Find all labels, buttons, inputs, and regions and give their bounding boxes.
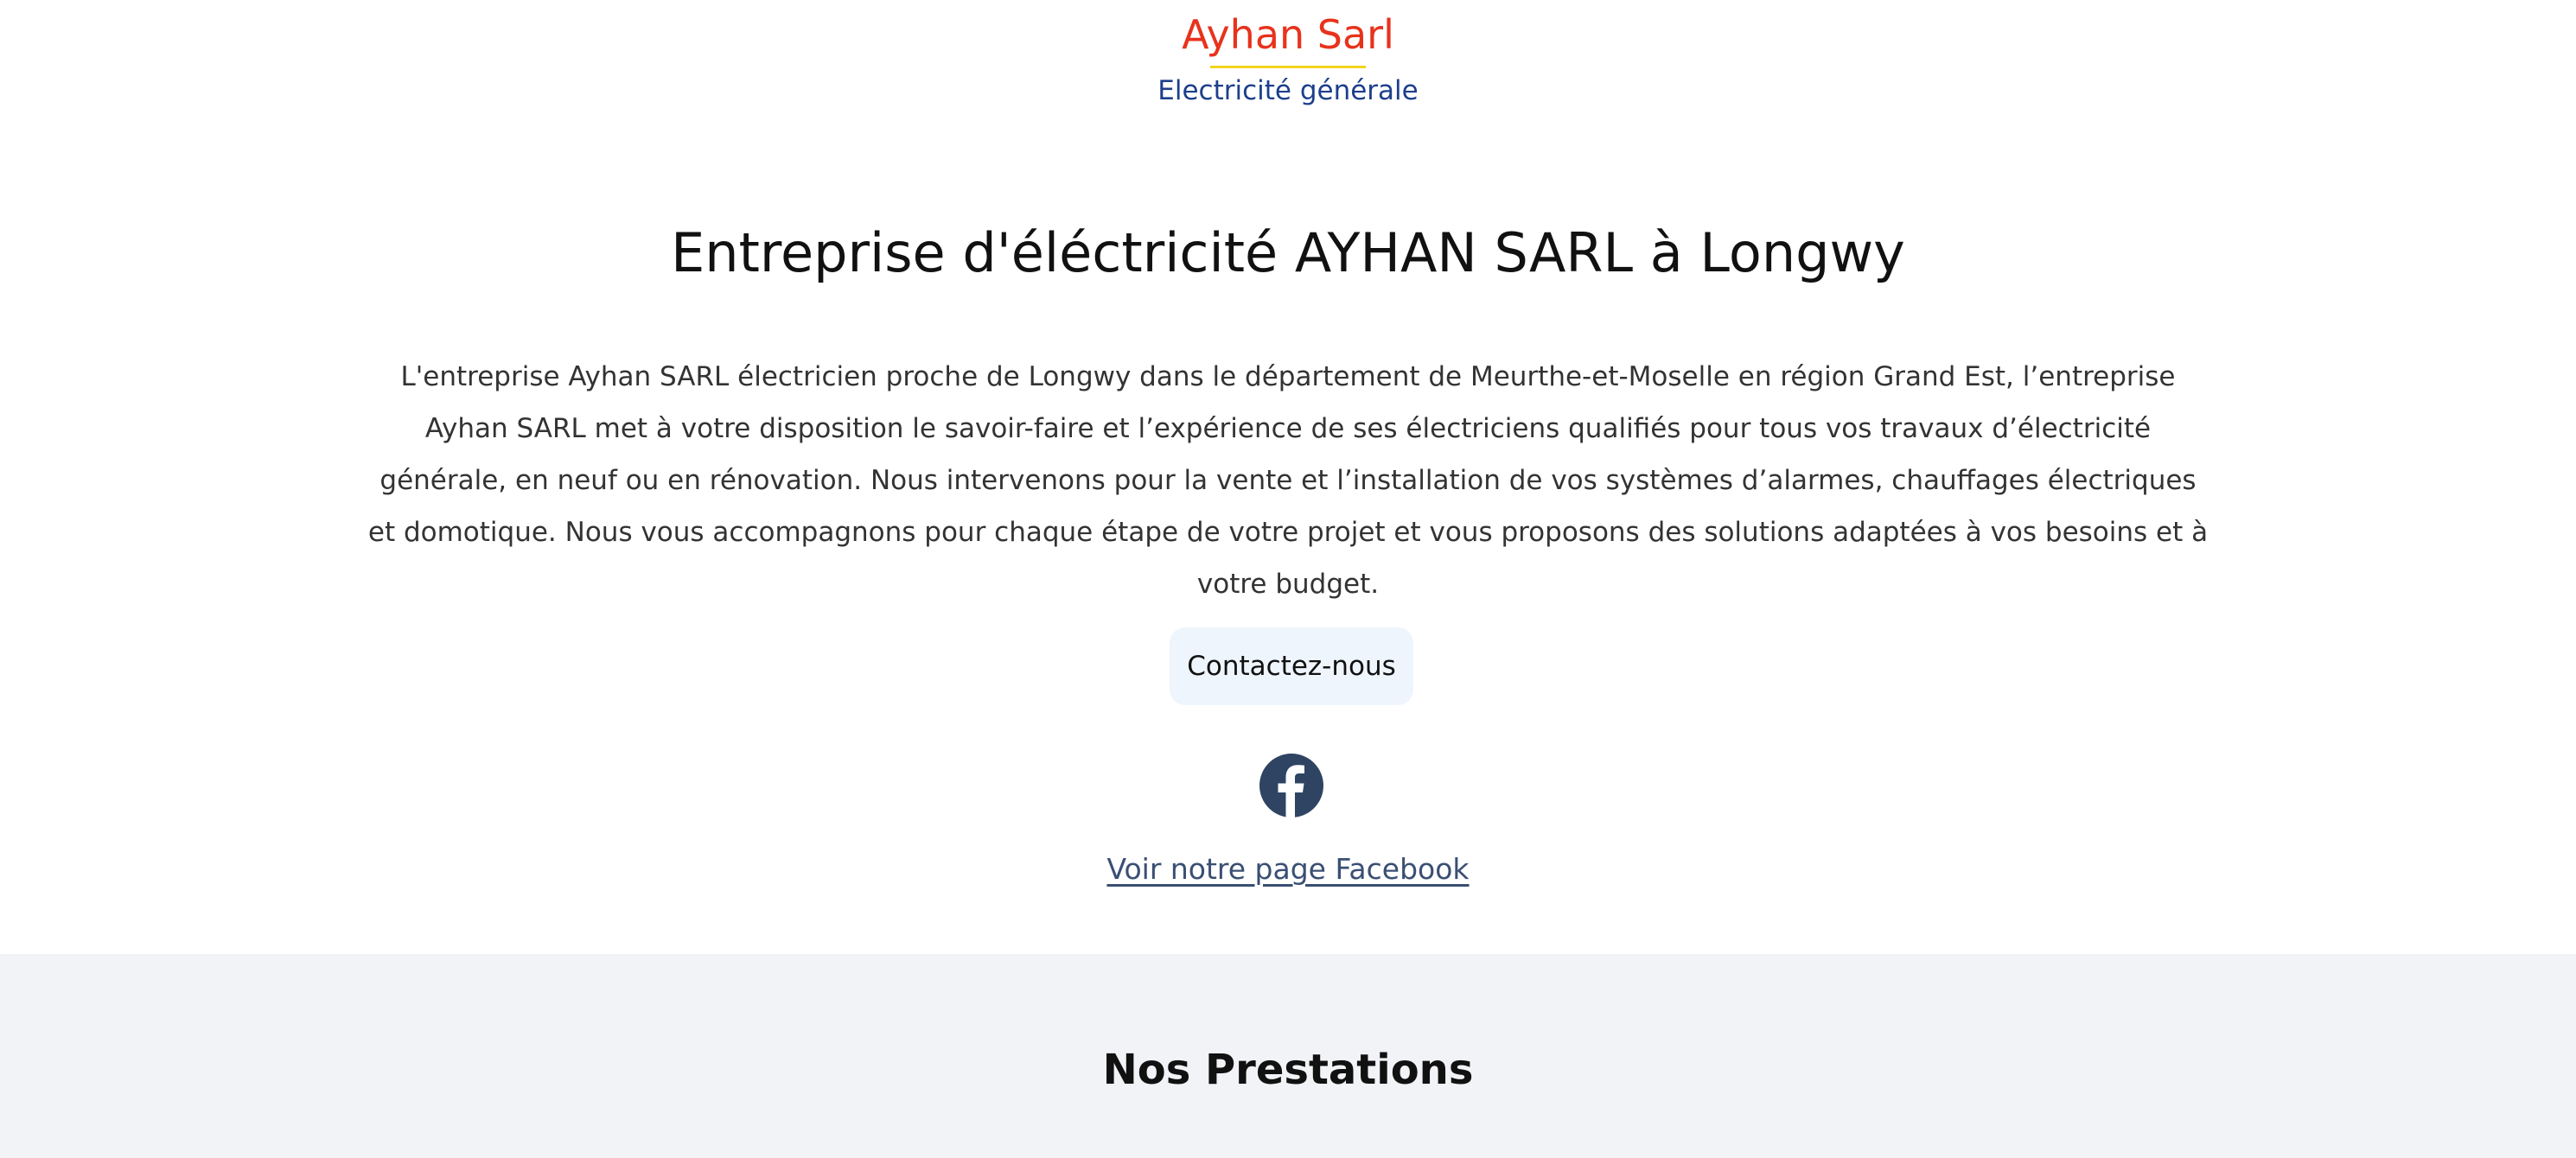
logo-name: Ayhan Sarl [1182, 11, 1394, 58]
facebook-icon[interactable] [1259, 754, 1323, 818]
contact-button[interactable]: Contactez-nous [1170, 627, 1413, 705]
logo-divider [1210, 66, 1366, 68]
hero-description: L'entreprise Ayhan SARL électricien proc… [367, 361, 2209, 600]
logo-tagline: Electricité générale [1157, 75, 1419, 106]
site-logo[interactable]: Ayhan Sarl Electricité générale [0, 7, 2576, 110]
facebook-page-link[interactable]: Voir notre page Facebook [1106, 852, 1469, 886]
services-title: Nos Prestations [1102, 1046, 1474, 1094]
services-section: Nos Prestations [0, 954, 2576, 1158]
page-title: Entreprise d'éléctricité AYHAN SARL à Lo… [671, 221, 1905, 284]
facebook-link-wrapper: Voir notre page Facebook [0, 847, 2576, 892]
page: Ayhan Sarl Electricité générale Entrepri… [0, 0, 2576, 1158]
